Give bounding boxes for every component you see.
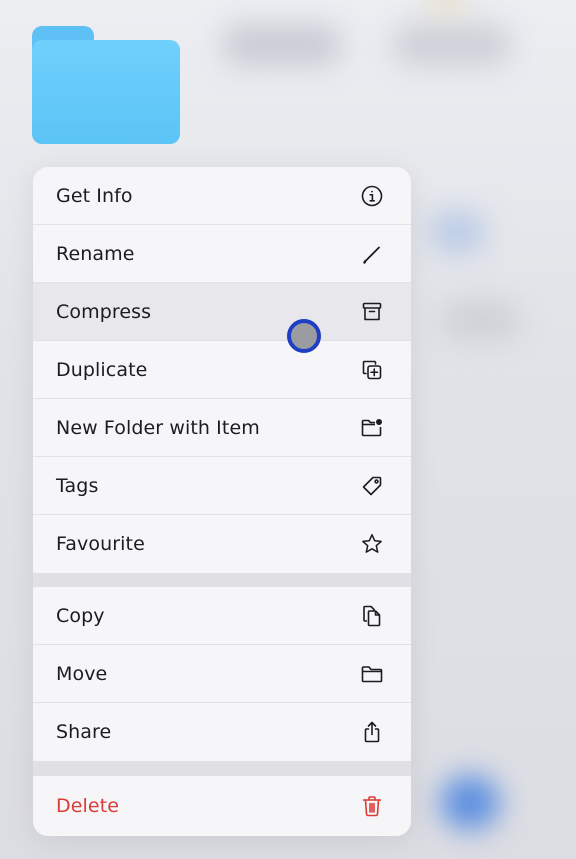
menu-item-tags[interactable]: Tags [33,457,411,515]
blurred-item [392,24,512,66]
duplicate-plus-icon [360,358,384,382]
menu-item-get-info[interactable]: Get Info [33,167,411,225]
menu-item-label: Compress [56,300,152,323]
menu-item-label: Duplicate [56,358,148,381]
menu-item-new-folder-with-item[interactable]: New Folder with Item [33,399,411,457]
folder-body [32,40,180,144]
blurred-item [222,24,342,66]
menu-item-label: Delete [56,795,120,817]
blurred-item [440,775,500,830]
menu-item-rename[interactable]: Rename [33,225,411,283]
menu-item-favourite[interactable]: Favourite [33,515,411,573]
pencil-icon [360,242,384,266]
menu-item-copy[interactable]: Copy [33,587,411,645]
blurred-item [426,0,466,12]
menu-item-compress[interactable]: Compress [33,283,411,341]
blurred-item [440,300,520,340]
menu-item-label: Copy [56,604,105,627]
share-icon [360,720,384,744]
menu-item-duplicate[interactable]: Duplicate [33,341,411,399]
menu-item-share[interactable]: Share [33,703,411,761]
folder-icon [360,662,384,686]
tag-icon [360,474,384,498]
menu-section-separator [33,761,411,776]
menu-item-label: Get Info [56,184,133,207]
folder-badge-plus-icon [360,416,384,440]
menu-item-move[interactable]: Move [33,645,411,703]
touch-indicator [287,319,321,353]
folder-icon[interactable] [32,26,180,144]
context-menu: Get Info Rename Compress Duplicate New F… [33,167,411,836]
menu-item-label: Rename [56,242,135,265]
menu-item-label: Share [56,721,112,743]
trash-icon [360,794,384,818]
copy-doc-icon [360,604,384,628]
menu-section-separator [33,573,411,587]
menu-item-label: Move [56,662,108,685]
menu-item-label: Tags [56,474,99,497]
menu-item-delete[interactable]: Delete [33,776,411,836]
menu-item-label: Favourite [56,533,145,555]
blurred-item [430,212,485,252]
info-circle-icon [360,184,384,208]
archive-box-icon [360,300,384,324]
star-icon [360,532,384,556]
menu-item-label: New Folder with Item [56,416,260,439]
